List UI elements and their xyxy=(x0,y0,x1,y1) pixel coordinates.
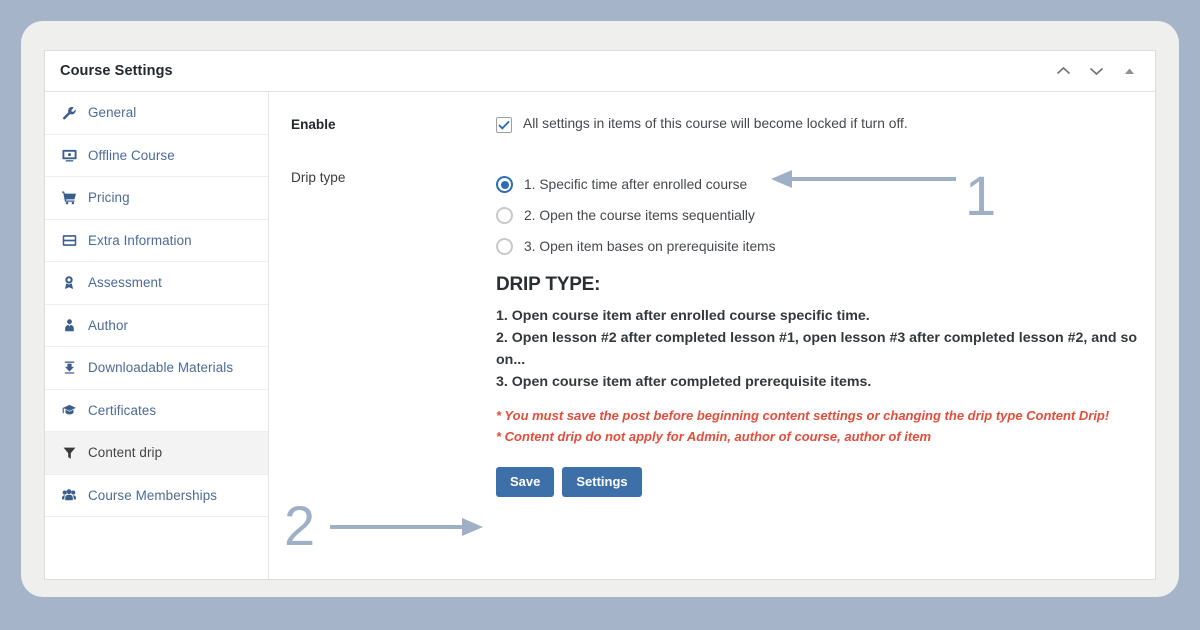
annotation-number-1: 1 xyxy=(965,164,997,227)
enable-checkbox-row[interactable]: All settings in items of this course wil… xyxy=(496,116,1155,133)
drip-warning-line: * You must save the post before beginnin… xyxy=(496,408,1110,423)
drip-description-line: 3. Open course item after completed prer… xyxy=(496,374,872,390)
monitor-icon xyxy=(59,148,79,163)
wrench-icon xyxy=(59,106,79,120)
header-controls xyxy=(1055,63,1141,79)
drip-type-option-label: 3. Open item bases on prerequisite items xyxy=(524,239,776,254)
drip-type-option-3[interactable]: 3. Open item bases on prerequisite items xyxy=(496,231,1155,262)
cart-icon xyxy=(59,190,79,205)
drip-type-option-label: 2. Open the course items sequentially xyxy=(524,208,755,223)
sidebar-item-label: Extra Information xyxy=(88,232,192,248)
sidebar-item-downloadable-materials[interactable]: Downloadable Materials xyxy=(45,347,268,390)
sidebar-item-label: Certificates xyxy=(88,402,157,418)
sidebar-item-course-memberships[interactable]: Course Memberships xyxy=(45,475,268,517)
enable-checkbox[interactable] xyxy=(496,117,512,133)
drip-type-label: Drip type xyxy=(291,170,346,185)
chevron-down-icon[interactable] xyxy=(1088,63,1104,79)
page-title: Course Settings xyxy=(60,63,173,79)
sidebar-item-label: Downloadable Materials xyxy=(88,360,234,376)
course-settings-panel: Course Settings General Offline Course P… xyxy=(44,50,1156,580)
drip-type-description-heading: DRIP TYPE: xyxy=(496,274,601,295)
enable-label: Enable xyxy=(291,117,336,132)
drip-description-line: 2. Open lesson #2 after completed lesson… xyxy=(496,330,1138,368)
sidebar-item-content-drip[interactable]: Content drip xyxy=(45,432,268,475)
drip-type-option-label: 1. Specific time after enrolled course xyxy=(524,177,748,192)
sidebar-item-label: General xyxy=(88,105,137,121)
enable-checkbox-text: All settings in items of this course wil… xyxy=(523,116,908,131)
sidebar-item-label: Course Memberships xyxy=(88,487,218,503)
sidebar-item-label: Offline Course xyxy=(88,147,175,163)
sidebar-item-label: Assessment xyxy=(88,275,162,291)
users-group-icon xyxy=(59,488,79,502)
sidebar-item-offline-course[interactable]: Offline Course xyxy=(45,135,268,177)
action-buttons: Save Settings xyxy=(496,466,1155,497)
settings-button[interactable]: Settings xyxy=(562,466,642,497)
sidebar-item-general[interactable]: General xyxy=(45,92,268,135)
sidebar-item-label: Author xyxy=(88,317,129,333)
funnel-filter-icon xyxy=(59,446,79,460)
graduation-cap-icon xyxy=(59,403,79,417)
drip-type-field: 1. Specific time after enrolled course 2… xyxy=(496,169,1155,497)
enable-row: Enable All settings in items of this cou… xyxy=(291,116,1155,133)
drip-type-option-2[interactable]: 2. Open the course items sequentially xyxy=(496,200,1155,231)
chevron-up-icon[interactable] xyxy=(1055,63,1071,79)
drip-type-description: DRIP TYPE: 1. Open course item after enr… xyxy=(496,274,1144,448)
drip-type-radio-group: 1. Specific time after enrolled course 2… xyxy=(496,169,1155,262)
annotation-number-2: 2 xyxy=(284,494,316,557)
panel-header: Course Settings xyxy=(45,51,1155,92)
award-ribbon-icon xyxy=(59,275,79,290)
radio-icon[interactable] xyxy=(496,207,513,224)
window-layout-icon xyxy=(59,233,79,248)
drip-type-row: Drip type 1. Specific time after enrolle… xyxy=(291,169,1155,497)
sidebar-item-assessment[interactable]: Assessment xyxy=(45,262,268,305)
triangle-up-icon[interactable] xyxy=(1121,63,1137,79)
sidebar-item-extra-information[interactable]: Extra Information xyxy=(45,220,268,262)
sidebar-item-author[interactable]: Author xyxy=(45,305,268,347)
sidebar-item-label: Pricing xyxy=(88,190,130,206)
radio-icon[interactable] xyxy=(496,238,513,255)
drip-type-option-1[interactable]: 1. Specific time after enrolled course xyxy=(496,169,1155,200)
drip-warning-line: * Content drip do not apply for Admin, a… xyxy=(496,428,932,444)
radio-icon-selected[interactable] xyxy=(496,176,513,193)
enable-field: All settings in items of this course wil… xyxy=(496,116,1155,133)
drip-description-line: 1. Open course item after enrolled cours… xyxy=(496,308,870,324)
check-icon xyxy=(498,120,510,130)
sidebar-item-label: Content drip xyxy=(88,445,163,461)
download-icon xyxy=(59,360,79,375)
settings-content: Enable All settings in items of this cou… xyxy=(269,92,1155,579)
save-button[interactable]: Save xyxy=(496,466,555,497)
sidebar-item-pricing[interactable]: Pricing xyxy=(45,177,268,220)
settings-sidebar: General Offline Course Pricing Extra Inf… xyxy=(45,92,269,579)
user-tie-icon xyxy=(59,318,79,333)
sidebar-item-certificates[interactable]: Certificates xyxy=(45,390,268,432)
